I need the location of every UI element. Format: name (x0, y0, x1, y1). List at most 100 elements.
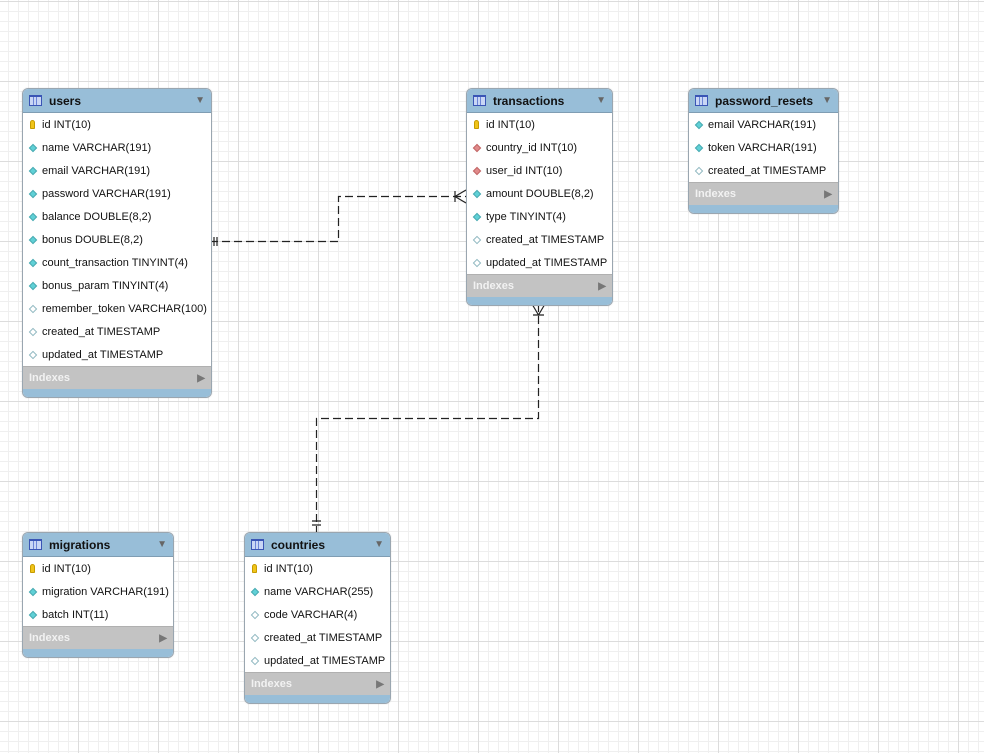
primary-key-icon (249, 564, 260, 573)
column-row[interactable]: batch INT(11) (23, 603, 173, 626)
column-row[interactable]: type TINYINT(4) (467, 205, 612, 228)
column-row[interactable]: remember_token VARCHAR(100) (23, 297, 211, 320)
column-row[interactable]: migration VARCHAR(191) (23, 580, 173, 603)
indexes-section[interactable]: Indexes ▶ (467, 274, 612, 297)
not-null-icon (27, 610, 38, 619)
indexes-section[interactable]: Indexes ▶ (23, 626, 173, 649)
column-text: created_at TIMESTAMP (264, 631, 383, 644)
nullable-icon (27, 327, 38, 336)
column-row[interactable]: name VARCHAR(255) (245, 580, 390, 603)
primary-key-icon (27, 120, 38, 129)
column-row[interactable]: updated_at TIMESTAMP (245, 649, 390, 672)
not-null-icon (27, 166, 38, 175)
column-row[interactable]: email VARCHAR(191) (689, 113, 838, 136)
column-row[interactable]: updated_at TIMESTAMP (467, 251, 612, 274)
column-text: name VARCHAR(191) (42, 141, 152, 154)
column-row[interactable]: updated_at TIMESTAMP (23, 343, 211, 366)
not-null-icon (27, 235, 38, 244)
column-text: remember_token VARCHAR(100) (42, 302, 207, 315)
nullable-icon (249, 610, 260, 619)
table-countries[interactable]: countries ▼ id INT(10) name VARCHAR(255)… (244, 532, 391, 704)
column-row[interactable]: email VARCHAR(191) (23, 159, 211, 182)
column-text: email VARCHAR(191) (708, 118, 816, 131)
table-name: password_resets (715, 93, 814, 108)
expand-triangle-icon[interactable]: ▶ (159, 633, 167, 644)
relationship-users-transactions[interactable] (210, 189, 467, 246)
collapse-triangle-icon[interactable]: ▼ (596, 95, 606, 106)
column-row[interactable]: id INT(10) (23, 113, 211, 136)
column-text: bonus DOUBLE(8,2) (42, 233, 143, 246)
table-password-resets[interactable]: password_resets ▼ email VARCHAR(191) tok… (688, 88, 839, 214)
nullable-icon (693, 166, 704, 175)
table-transactions[interactable]: transactions ▼ id INT(10) country_id INT… (466, 88, 613, 306)
indexes-section[interactable]: Indexes ▶ (23, 366, 211, 389)
not-null-icon (693, 143, 704, 152)
table-users[interactable]: users ▼ id INT(10) name VARCHAR(191) ema… (22, 88, 212, 398)
column-row[interactable]: code VARCHAR(4) (245, 603, 390, 626)
column-text: token VARCHAR(191) (708, 141, 817, 154)
column-row[interactable]: token VARCHAR(191) (689, 136, 838, 159)
column-row[interactable]: balance DOUBLE(8,2) (23, 205, 211, 228)
collapse-triangle-icon[interactable]: ▼ (374, 539, 384, 550)
expand-triangle-icon[interactable]: ▶ (824, 189, 832, 200)
relationship-countries-transactions[interactable] (312, 303, 546, 532)
column-row[interactable]: name VARCHAR(191) (23, 136, 211, 159)
indexes-section[interactable]: Indexes ▶ (689, 182, 838, 205)
column-row[interactable]: bonus DOUBLE(8,2) (23, 228, 211, 251)
table-name: transactions (493, 93, 565, 108)
expand-triangle-icon[interactable]: ▶ (598, 281, 606, 292)
not-null-icon (471, 189, 482, 198)
column-text: updated_at TIMESTAMP (486, 256, 608, 269)
table-header[interactable]: users ▼ (23, 89, 211, 113)
indexes-label: Indexes (29, 372, 70, 384)
collapse-triangle-icon[interactable]: ▼ (822, 95, 832, 106)
primary-key-icon (471, 120, 482, 129)
not-null-icon (471, 212, 482, 221)
not-null-icon (249, 587, 260, 596)
table-header[interactable]: password_resets ▼ (689, 89, 838, 113)
column-row[interactable]: id INT(10) (467, 113, 612, 136)
not-null-icon (27, 587, 38, 596)
column-row[interactable]: id INT(10) (23, 557, 173, 580)
column-text: type TINYINT(4) (486, 210, 566, 223)
collapse-triangle-icon[interactable]: ▼ (195, 95, 205, 106)
column-row[interactable]: id INT(10) (245, 557, 390, 580)
table-footer (689, 205, 838, 213)
column-text: updated_at TIMESTAMP (42, 348, 164, 361)
foreign-key-icon (471, 143, 482, 152)
column-text: name VARCHAR(255) (264, 585, 374, 598)
column-row[interactable]: created_at TIMESTAMP (467, 228, 612, 251)
expand-triangle-icon[interactable]: ▶ (376, 679, 384, 690)
indexes-label: Indexes (29, 632, 70, 644)
column-row[interactable]: user_id INT(10) (467, 159, 612, 182)
expand-triangle-icon[interactable]: ▶ (197, 373, 205, 384)
nullable-icon (27, 350, 38, 359)
not-null-icon (27, 281, 38, 290)
table-footer (23, 649, 173, 657)
table-footer (245, 695, 390, 703)
column-row[interactable]: created_at TIMESTAMP (689, 159, 838, 182)
column-row[interactable]: created_at TIMESTAMP (245, 626, 390, 649)
column-row[interactable]: bonus_param TINYINT(4) (23, 274, 211, 297)
collapse-triangle-icon[interactable]: ▼ (157, 539, 167, 550)
column-row[interactable]: count_transaction TINYINT(4) (23, 251, 211, 274)
not-null-icon (27, 143, 38, 152)
column-text: user_id INT(10) (486, 164, 563, 177)
table-header[interactable]: migrations ▼ (23, 533, 173, 557)
table-header[interactable]: transactions ▼ (467, 89, 612, 113)
column-text: created_at TIMESTAMP (486, 233, 605, 246)
nullable-icon (249, 633, 260, 642)
table-header[interactable]: countries ▼ (245, 533, 390, 557)
table-name: countries (271, 537, 326, 552)
foreign-key-icon (471, 166, 482, 175)
column-row[interactable]: amount DOUBLE(8,2) (467, 182, 612, 205)
primary-key-icon (27, 564, 38, 573)
table-migrations[interactable]: migrations ▼ id INT(10) migration VARCHA… (22, 532, 174, 658)
column-row[interactable]: password VARCHAR(191) (23, 182, 211, 205)
column-row[interactable]: country_id INT(10) (467, 136, 612, 159)
indexes-section[interactable]: Indexes ▶ (245, 672, 390, 695)
column-text: migration VARCHAR(191) (42, 585, 169, 598)
indexes-label: Indexes (251, 678, 292, 690)
not-null-icon (27, 258, 38, 267)
column-row[interactable]: created_at TIMESTAMP (23, 320, 211, 343)
